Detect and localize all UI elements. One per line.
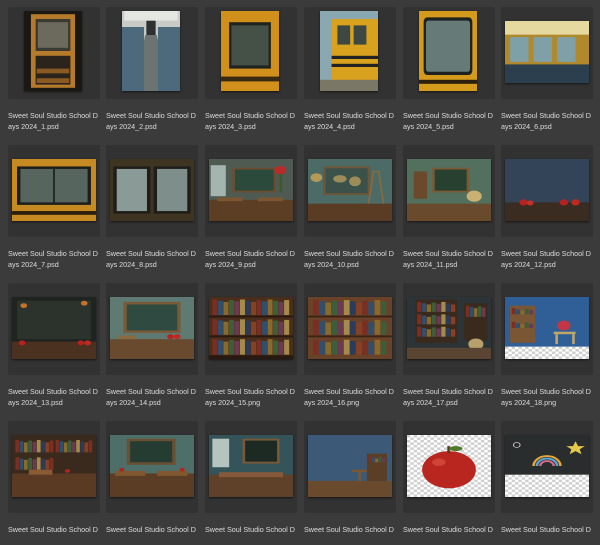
file-thumbnail[interactable] xyxy=(308,297,392,359)
file-name: Sweet Soul Studio School Days 2024_5.psd xyxy=(403,111,493,131)
thumbnail-frame[interactable] xyxy=(501,421,593,513)
file-thumbnail-grid: Sweet Soul Studio School Days 2024_1.psd… xyxy=(0,0,600,534)
file-thumbnail[interactable] xyxy=(407,159,491,221)
file-thumbnail[interactable] xyxy=(209,297,293,359)
thumbnail-frame[interactable] xyxy=(8,283,100,375)
file-item[interactable]: Sweet Soul Studio School Days 2024_6.psd xyxy=(501,7,593,131)
file-name: Sweet Soul Studio School Days 2024_3.psd xyxy=(205,111,295,131)
file-item[interactable]: Sweet Soul Studio School Days 2024_2.psd xyxy=(106,7,198,131)
file-thumbnail[interactable] xyxy=(407,297,491,359)
file-item[interactable]: Sweet Soul Studio School Days 2024_10.ps… xyxy=(304,145,396,269)
thumbnail-frame[interactable] xyxy=(304,421,396,513)
file-item[interactable]: Sweet Soul Studio School Days 2024_18.pn… xyxy=(501,283,593,407)
thumbnail-frame[interactable] xyxy=(106,421,198,513)
file-item[interactable]: Sweet Soul Studio School Days 2024_8.psd xyxy=(106,145,198,269)
thumbnail-frame[interactable] xyxy=(106,7,198,99)
file-item[interactable]: Sweet Soul Studio School Days 2024_16.pn… xyxy=(304,283,396,407)
thumbnail-frame[interactable] xyxy=(501,145,593,237)
file-item[interactable]: Sweet Soul Studio School Days 2024_5.psd xyxy=(403,7,495,131)
file-thumbnail[interactable] xyxy=(320,11,378,91)
file-name: Sweet Soul Studio School D xyxy=(304,525,394,534)
file-item[interactable]: Sweet Soul Studio School Days 2024_3.psd xyxy=(205,7,297,131)
file-item[interactable]: Sweet Soul Studio School D xyxy=(205,421,297,545)
file-name: Sweet Soul Studio School D xyxy=(205,525,295,534)
file-thumbnail[interactable] xyxy=(209,435,293,497)
file-item[interactable]: Sweet Soul Studio School D xyxy=(403,421,495,545)
file-item[interactable]: Sweet Soul Studio School D xyxy=(501,421,593,545)
thumbnail-frame[interactable] xyxy=(8,421,100,513)
file-thumbnail[interactable] xyxy=(12,159,96,221)
file-name: Sweet Soul Studio School Days 2024_4.psd xyxy=(304,111,394,131)
thumbnail-frame[interactable] xyxy=(304,283,396,375)
thumbnail-frame[interactable] xyxy=(106,283,198,375)
file-thumbnail[interactable] xyxy=(12,435,96,497)
file-name: Sweet Soul Studio School Days 2024_13.ps… xyxy=(8,387,98,407)
thumbnail-frame[interactable] xyxy=(106,145,198,237)
file-item[interactable]: Sweet Soul Studio School D xyxy=(106,421,198,545)
file-thumbnail[interactable] xyxy=(505,435,589,497)
file-item[interactable]: Sweet Soul Studio School Days 2024_9.psd xyxy=(205,145,297,269)
file-item[interactable]: Sweet Soul Studio School Days 2024_17.ps… xyxy=(403,283,495,407)
file-thumbnail[interactable] xyxy=(221,11,279,91)
file-item[interactable]: Sweet Soul Studio School Days 2024_1.psd xyxy=(8,7,100,131)
file-thumbnail[interactable] xyxy=(209,159,293,221)
file-thumbnail[interactable] xyxy=(122,11,180,91)
file-item[interactable]: Sweet Soul Studio School Days 2024_14.ps… xyxy=(106,283,198,407)
file-name: Sweet Soul Studio School Days 2024_16.pn… xyxy=(304,387,394,407)
file-item[interactable]: Sweet Soul Studio School Days 2024_11.ps… xyxy=(403,145,495,269)
thumbnail-frame[interactable] xyxy=(403,283,495,375)
thumbnail-frame[interactable] xyxy=(501,283,593,375)
thumbnail-frame[interactable] xyxy=(8,145,100,237)
file-item[interactable]: Sweet Soul Studio School Days 2024_12.ps… xyxy=(501,145,593,269)
file-name: Sweet Soul Studio School Days 2024_6.psd xyxy=(501,111,591,131)
file-name: Sweet Soul Studio School Days 2024_7.psd xyxy=(8,249,98,269)
file-thumbnail[interactable] xyxy=(308,159,392,221)
file-name: Sweet Soul Studio School Days 2024_8.psd xyxy=(106,249,196,269)
thumbnail-frame[interactable] xyxy=(205,283,297,375)
file-thumbnail[interactable] xyxy=(24,11,82,91)
file-name: Sweet Soul Studio School Days 2024_11.ps… xyxy=(403,249,493,269)
file-name: Sweet Soul Studio School Days 2024_15.pn… xyxy=(205,387,295,407)
file-item[interactable]: Sweet Soul Studio School Days 2024_15.pn… xyxy=(205,283,297,407)
file-name: Sweet Soul Studio School D xyxy=(403,525,493,534)
file-item[interactable]: Sweet Soul Studio School Days 2024_4.psd xyxy=(304,7,396,131)
file-name: Sweet Soul Studio School Days 2024_14.ps… xyxy=(106,387,196,407)
thumbnail-frame[interactable] xyxy=(205,145,297,237)
file-name: Sweet Soul Studio School Days 2024_9.psd xyxy=(205,249,295,269)
thumbnail-frame[interactable] xyxy=(205,7,297,99)
file-thumbnail[interactable] xyxy=(308,435,392,497)
file-item[interactable]: Sweet Soul Studio School D xyxy=(8,421,100,545)
file-item[interactable]: Sweet Soul Studio School Days 2024_7.psd xyxy=(8,145,100,269)
thumbnail-frame[interactable] xyxy=(403,145,495,237)
file-item[interactable]: Sweet Soul Studio School D xyxy=(304,421,396,545)
thumbnail-frame[interactable] xyxy=(8,7,100,99)
file-name: Sweet Soul Studio School Days 2024_2.psd xyxy=(106,111,196,131)
thumbnail-frame[interactable] xyxy=(403,421,495,513)
file-thumbnail[interactable] xyxy=(110,435,194,497)
file-name: Sweet Soul Studio School D xyxy=(106,525,196,534)
file-item[interactable]: Sweet Soul Studio School Days 2024_13.ps… xyxy=(8,283,100,407)
file-name: Sweet Soul Studio School Days 2024_10.ps… xyxy=(304,249,394,269)
file-name: Sweet Soul Studio School Days 2024_12.ps… xyxy=(501,249,591,269)
thumbnail-frame[interactable] xyxy=(501,7,593,99)
file-thumbnail[interactable] xyxy=(505,21,589,83)
file-thumbnail[interactable] xyxy=(407,435,491,497)
file-thumbnail[interactable] xyxy=(110,297,194,359)
thumbnail-frame[interactable] xyxy=(304,7,396,99)
file-name: Sweet Soul Studio School Days 2024_17.ps… xyxy=(403,387,493,407)
thumbnail-frame[interactable] xyxy=(403,7,495,99)
file-thumbnail[interactable] xyxy=(12,297,96,359)
file-thumbnail[interactable] xyxy=(419,11,477,91)
file-name: Sweet Soul Studio School D xyxy=(501,525,591,534)
file-thumbnail[interactable] xyxy=(505,159,589,221)
thumbnail-frame[interactable] xyxy=(205,421,297,513)
file-name: Sweet Soul Studio School D xyxy=(8,525,98,534)
file-name: Sweet Soul Studio School Days 2024_1.psd xyxy=(8,111,98,131)
thumbnail-frame[interactable] xyxy=(304,145,396,237)
file-thumbnail[interactable] xyxy=(110,159,194,221)
file-name: Sweet Soul Studio School Days 2024_18.pn… xyxy=(501,387,591,407)
file-thumbnail[interactable] xyxy=(505,297,589,359)
